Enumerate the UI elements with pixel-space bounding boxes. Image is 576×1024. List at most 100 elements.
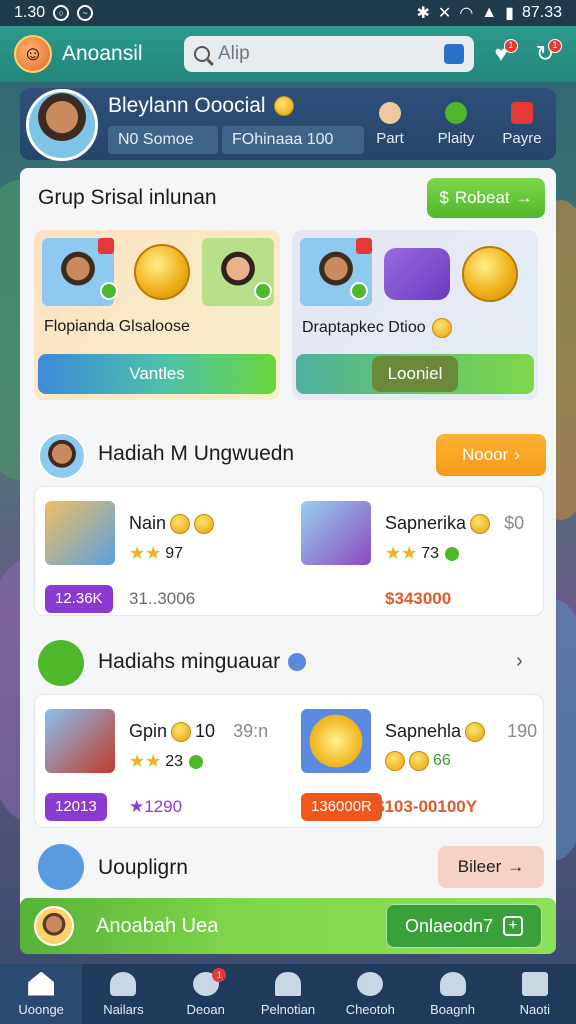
coin-box-image [301, 709, 371, 773]
promo-b-button[interactable]: Looniel [296, 354, 534, 394]
item-title-row: Nain [129, 513, 215, 534]
app-notification-icon: ~ [77, 5, 94, 21]
arrow-right-icon: → [507, 857, 525, 876]
chevron-right-icon[interactable]: › [516, 650, 523, 673]
search-icon [194, 46, 210, 62]
profile-stat-right[interactable]: FOhinaaa 100 [222, 126, 364, 154]
dollar-icon: $ [439, 188, 449, 207]
status-bar: 1.30 ○ ~ ✱ ✕ ◠ ▲ ▮ 87.33 [0, 0, 576, 26]
promo-a-button[interactable]: Vantles [38, 354, 276, 394]
messages-button[interactable]: ↻ 1 [528, 37, 562, 71]
item-title: Gpin [129, 721, 168, 741]
search-input[interactable]: Alip [218, 43, 436, 65]
gift-icon [511, 101, 533, 124]
tab-label: Nailars [103, 1001, 144, 1017]
tab-friends[interactable]: Boagnh [411, 964, 493, 1024]
item-stars-value: 23 [165, 752, 184, 770]
info-icon [288, 653, 307, 671]
tab-chat[interactable]: Cheotoh [329, 964, 411, 1024]
item-chip: 12013 [45, 793, 107, 821]
avatar[interactable] [26, 89, 98, 161]
plus-icon: + [503, 916, 524, 936]
tab-store[interactable]: Pelnotian [247, 964, 329, 1024]
reward-item[interactable]: Sapnerika $0 ★★ 73 $343000 [291, 499, 531, 609]
hero-image [45, 501, 115, 565]
item-extra-2: 39:n [233, 721, 269, 741]
weekly-card: Gpin 10 39:n ★★ 23 12013 ★1290 Sapnehla … [34, 694, 544, 828]
check-icon [350, 282, 368, 300]
item-stars-value: 73 [421, 544, 440, 562]
promo-card-b[interactable]: Draptapkec Dtioo Looniel [292, 230, 538, 400]
group-button[interactable]: $ Robeat → [427, 178, 545, 218]
upgrade-button-label: Bileer [457, 857, 502, 876]
coin-icon [409, 751, 429, 771]
reward-avatar [38, 432, 86, 480]
item-value-row: ★1290 [129, 797, 182, 817]
rewards-button[interactable]: Nooor › [436, 434, 546, 476]
tab-notes[interactable]: Naoti [494, 964, 576, 1024]
star-icon: ★★ [129, 751, 162, 771]
tab-profile[interactable]: Nailars [82, 964, 164, 1024]
chat-icon [357, 971, 384, 996]
weekly-item[interactable]: Sapnehla 190 66 136000R $103-00100Y [291, 707, 537, 821]
coin-icon [462, 246, 518, 302]
check-icon [443, 544, 462, 563]
status-time: 1.30 [14, 4, 46, 21]
profile-action-payre[interactable]: Payre [496, 101, 548, 147]
group-title: Grup Srisal inlunan [38, 186, 217, 209]
weekly-title: Hadiahs minguauar [98, 650, 281, 673]
friends-icon [439, 971, 466, 996]
star-icon: ★★ [129, 543, 162, 563]
rewards-button-label: Nooor [462, 445, 509, 464]
badge-icon [356, 238, 372, 254]
item-value: $103-00100Y [375, 797, 478, 816]
item-title-row: Sapnehla 190 [385, 721, 537, 742]
rewards-title: Hadiah M Ungwuedn [98, 442, 295, 465]
coin-icon [170, 513, 191, 534]
wifi-icon: ◠ [459, 5, 474, 22]
egg-icon [379, 101, 401, 124]
cta-title: Anoabah Uea [96, 914, 219, 937]
item-stars-row: ★★ 23 [129, 751, 206, 772]
tab-home[interactable]: Uoonge [0, 964, 83, 1024]
signal-icon: ▲ [481, 4, 498, 21]
item-chip: 136000R [301, 793, 382, 821]
search-bar[interactable]: Alip [184, 36, 474, 72]
battery-icon: ▮ [505, 5, 514, 22]
cta-button[interactable]: Onlaeodn7 + [386, 904, 542, 948]
profile-action-label: Plaity [437, 129, 475, 147]
promo-card-a[interactable]: Flopianda Glsaloose Vantles [34, 230, 280, 400]
character-image [301, 501, 371, 565]
tab-label: Deoan [186, 1001, 225, 1017]
sync-icon: ○ [53, 5, 70, 21]
item-title: Sapnerika [385, 513, 467, 533]
tab-label: Cheotoh [345, 1001, 395, 1017]
user-icon [110, 971, 137, 996]
reward-item[interactable]: Nain ★★ 97 12.36K 31..3006 [35, 499, 275, 613]
avatar[interactable] [34, 906, 74, 946]
upgrade-button[interactable]: Bileer → [438, 846, 544, 888]
tab-settings[interactable]: 1 Deoan [165, 964, 247, 1024]
profile-action-part[interactable]: Part [364, 101, 416, 147]
item-value: 1290 [144, 797, 183, 816]
item-value: 31..3006 [129, 589, 196, 608]
profile-stat-left[interactable]: N0 Somoe [108, 126, 218, 154]
cta-bar: Anoabah Uea Onlaeodn7 + [20, 898, 556, 954]
app-logo[interactable]: ☺ [14, 35, 52, 73]
coin-icon [465, 721, 486, 742]
notification-button[interactable]: ♥ 1 [484, 37, 518, 71]
item-stars-row: 66 [385, 751, 451, 771]
profile-action-play[interactable]: Plaity [430, 101, 482, 147]
weekly-item[interactable]: Gpin 10 39:n ★★ 23 12013 ★1290 [35, 707, 275, 821]
item-chip: 12.36K [45, 585, 113, 613]
tab-label: Pelnotian [260, 1001, 316, 1017]
coin-icon [273, 96, 294, 116]
hero-image [45, 709, 115, 773]
promo-label-row: Draptapkec Dtioo [302, 318, 452, 338]
shopping-bag-icon[interactable] [444, 44, 464, 64]
item-stars-value: 97 [165, 544, 184, 562]
item-extra: 190 [507, 721, 538, 741]
content-sheet: Grup Srisal inlunan $ Robeat → Flopianda… [20, 168, 556, 954]
rewards-section: Hadiah M Ungwuedn Nooor › Nain ★★ 97 12.… [34, 424, 546, 616]
bottom-tab-bar: Uoonge Nailars 1 Deoan Pelnotian Cheotoh… [0, 964, 576, 1024]
